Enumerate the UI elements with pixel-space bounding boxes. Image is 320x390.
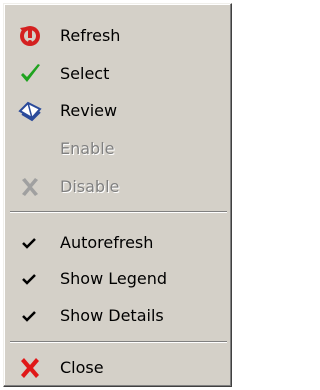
menu-item-disable: Disable	[8, 169, 227, 205]
menu-item-show-details[interactable]: Show Details	[8, 298, 227, 334]
green-check-icon	[21, 64, 40, 82]
checkmark-icon	[22, 238, 36, 249]
menu-item-label: Select	[60, 64, 110, 83]
menu-item-review[interactable]: Review	[8, 93, 227, 129]
menu-item-autorefresh[interactable]: Autorefresh	[8, 225, 227, 261]
menu-item-label: Show Legend	[60, 269, 168, 288]
book-icon	[18, 101, 42, 122]
menu-item-refresh[interactable]: Refresh	[8, 18, 227, 54]
menu-item-label: Enable	[60, 139, 115, 158]
menu-item-enable: Enable	[8, 131, 227, 167]
menu-item-label: Disable	[60, 177, 120, 196]
menu-item-show-legend[interactable]: Show Legend	[8, 261, 227, 297]
red-x-icon	[21, 358, 39, 378]
gray-x-icon	[22, 178, 38, 196]
refresh-icon	[20, 26, 40, 46]
menu-item-label: Close	[60, 358, 104, 377]
menu-item-label: Show Details	[60, 306, 164, 325]
checkmark-icon	[22, 274, 36, 285]
menu-separator	[10, 341, 227, 343]
menu-item-label: Review	[60, 101, 118, 120]
menu-item-label: Refresh	[60, 26, 121, 45]
menu-separator	[10, 211, 227, 213]
menu-item-label: Autorefresh	[60, 233, 154, 252]
menu-item-close[interactable]: Close	[8, 350, 227, 386]
context-menu: Refresh Select Review Enable Disable Aut…	[3, 3, 232, 387]
menu-item-select[interactable]: Select	[8, 56, 227, 92]
checkmark-icon	[22, 311, 36, 322]
